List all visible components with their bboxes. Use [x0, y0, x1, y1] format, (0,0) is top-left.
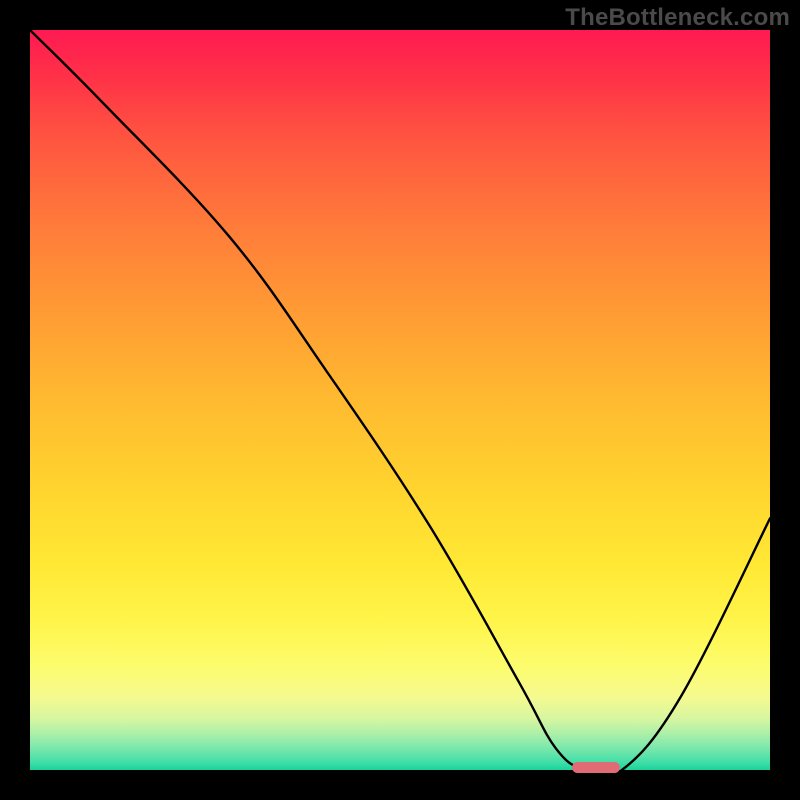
plot-area	[30, 30, 770, 770]
bottleneck-curve	[30, 30, 770, 770]
watermark-text: TheBottleneck.com	[565, 4, 790, 32]
chart-frame: TheBottleneck.com	[0, 0, 800, 800]
optimal-marker	[572, 762, 620, 773]
